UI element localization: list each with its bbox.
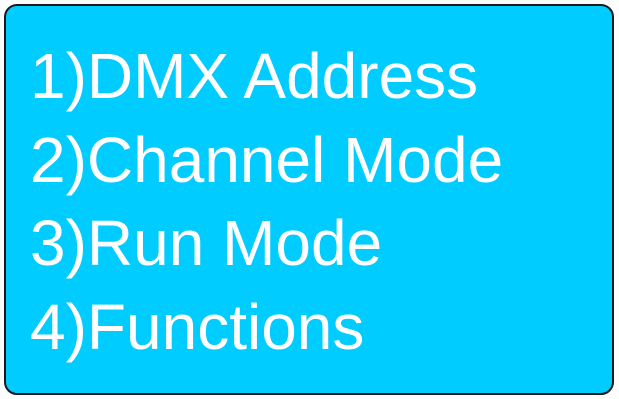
lcd-menu-screen: 1)DMX Address 2)Channel Mode 3)Run Mode … [4, 4, 614, 395]
menu-item-functions[interactable]: 4)Functions [30, 295, 364, 359]
menu-item-channel-mode[interactable]: 2)Channel Mode [30, 128, 503, 192]
menu-item-run-mode[interactable]: 3)Run Mode [30, 211, 382, 275]
menu-item-dmx-address[interactable]: 1)DMX Address [30, 44, 478, 108]
